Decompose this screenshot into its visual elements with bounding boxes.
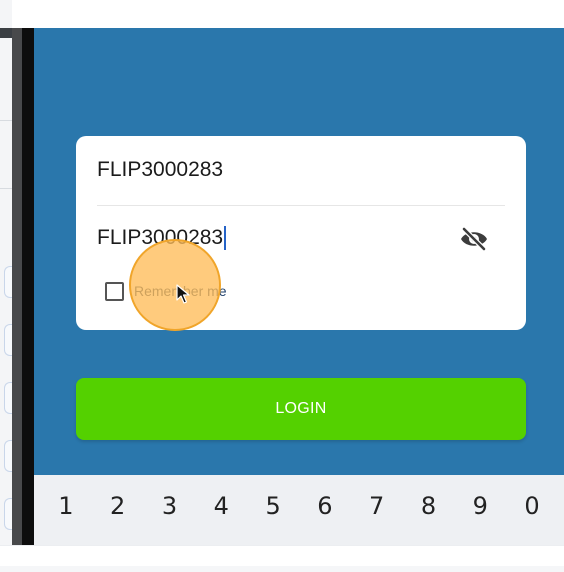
password-field[interactable]: FLIP3000283 — [97, 226, 227, 250]
background-list-item — [4, 382, 12, 414]
bottom-panel-shade — [0, 566, 564, 572]
key-0[interactable]: 0 — [506, 492, 558, 520]
background-list-item — [4, 324, 12, 356]
background-app-toolbar — [0, 28, 12, 38]
device-frame — [12, 28, 22, 545]
key-5[interactable]: 5 — [247, 492, 299, 520]
background-app-window — [0, 0, 12, 545]
on-screen-keyboard: 1 2 3 4 5 6 7 8 9 0 — [34, 475, 564, 545]
bottom-panel — [0, 545, 564, 572]
login-button[interactable]: LOGIN — [76, 378, 526, 440]
password-value: FLIP3000283 — [97, 226, 224, 249]
key-8[interactable]: 8 — [403, 492, 455, 520]
text-caret — [224, 226, 227, 250]
background-list-item — [4, 440, 12, 472]
key-3[interactable]: 3 — [144, 492, 196, 520]
remember-me-checkbox[interactable] — [105, 281, 124, 301]
key-1[interactable]: 1 — [40, 492, 92, 520]
background-list-item — [4, 498, 12, 530]
username-field[interactable]: FLIP3000283 — [97, 158, 223, 182]
key-9[interactable]: 9 — [454, 492, 506, 520]
background-list-item — [4, 266, 12, 298]
device-frame-edge — [22, 28, 34, 545]
eye-off-icon — [461, 227, 487, 251]
key-6[interactable]: 6 — [299, 492, 351, 520]
field-divider — [97, 205, 505, 206]
password-visibility-toggle[interactable] — [458, 226, 490, 252]
remember-me-row: Remember me — [105, 279, 227, 303]
background-divider — [0, 120, 12, 121]
key-7[interactable]: 7 — [351, 492, 403, 520]
key-2[interactable]: 2 — [92, 492, 144, 520]
phone-screen: FLIP3000283 FLIP3000283 Remember me LOGI… — [34, 28, 564, 545]
username-value: FLIP3000283 — [97, 158, 224, 181]
remember-me-label[interactable]: Remember me — [134, 283, 227, 299]
key-4[interactable]: 4 — [195, 492, 247, 520]
keyboard-number-row: 1 2 3 4 5 6 7 8 9 0 — [34, 475, 564, 537]
background-divider — [0, 188, 12, 189]
login-card: FLIP3000283 FLIP3000283 Remember me — [76, 136, 526, 330]
